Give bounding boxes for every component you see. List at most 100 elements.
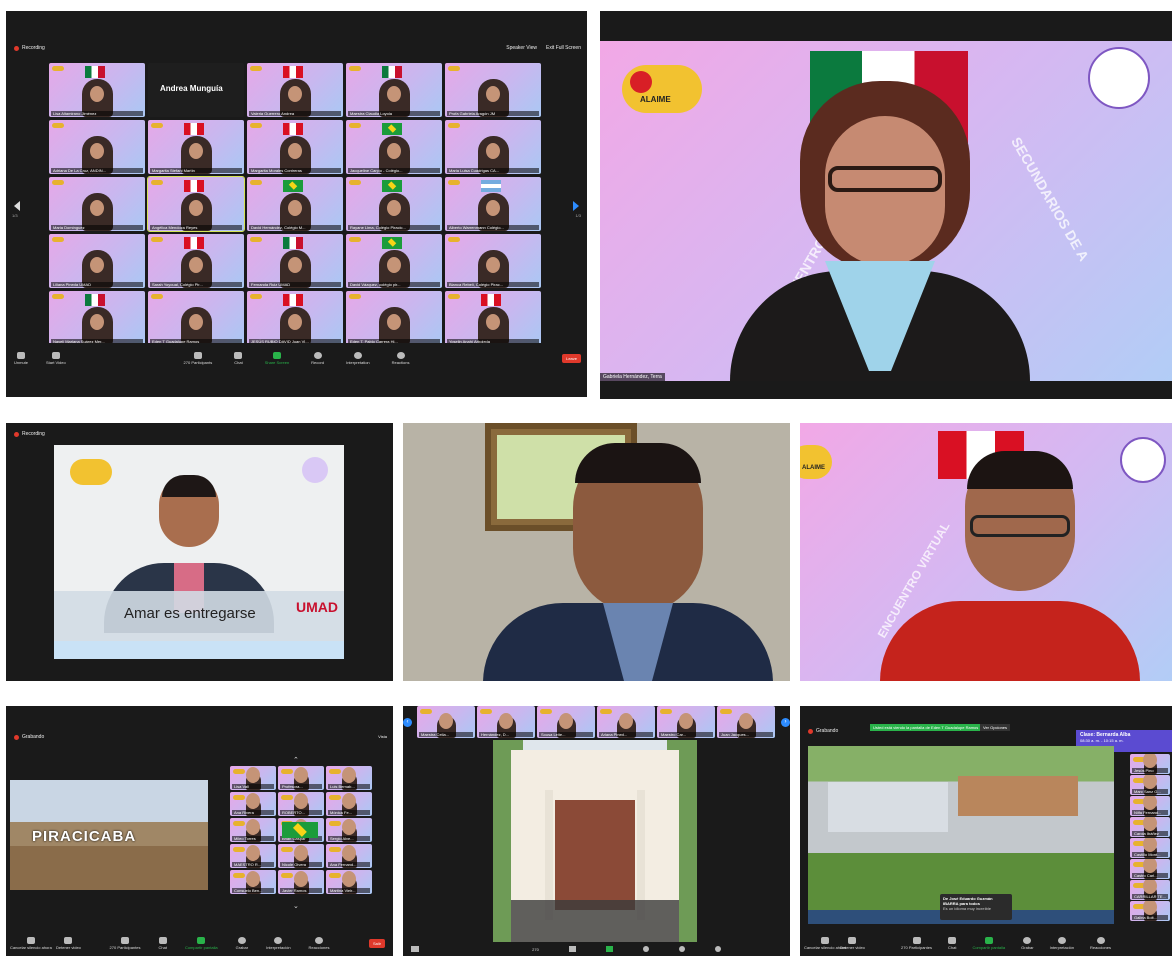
participant-tile[interactable]: Bianca Rebeli, Colégio Pirac...	[445, 234, 541, 288]
participant-tile[interactable]: David Vázquez, colégio pir...	[346, 234, 442, 288]
participant-tile[interactable]: Brian Gaspar	[278, 818, 324, 842]
participant-tile[interactable]: Maestra Claudia Loyola	[346, 63, 442, 117]
participant-tile[interactable]: Maria Domínguez	[49, 177, 145, 231]
participant-tile[interactable]: Ana Rivera	[230, 792, 276, 816]
record-button[interactable]: Grabar	[236, 936, 248, 950]
participant-tile[interactable]: Nilfa Fernand...	[1130, 796, 1170, 816]
participant-tile[interactable]: Castro Carl...	[1130, 859, 1170, 879]
prev-strip-icon[interactable]: ‹	[403, 718, 412, 727]
participant-tile[interactable]: Ana Fernand...	[326, 844, 372, 868]
participant-tile[interactable]: Javier Ramos	[278, 870, 324, 894]
participant-tile[interactable]: MAESTRO R...	[230, 844, 276, 868]
participant-tile[interactable]: Valeria Guerrero Andrea	[247, 63, 343, 117]
chat-button[interactable]: Chat	[158, 936, 167, 950]
participant-tile[interactable]: Maria Luisa Cuadrigas CA...	[445, 120, 541, 174]
participant-tile[interactable]: Juan Jacques...	[717, 706, 775, 738]
participant-tile[interactable]: Andrea Munguía	[148, 63, 244, 117]
participant-tile[interactable]: Margarita Morales Contreras	[247, 120, 343, 174]
participant-tile[interactable]: CARRILLAR TE...	[1130, 880, 1170, 900]
start-video-button[interactable]: Start Video	[46, 351, 66, 365]
chat-button[interactable]: Chat	[948, 936, 956, 950]
view-button[interactable]: Vista	[378, 734, 387, 739]
participant-tile[interactable]: Ariana Pined...	[597, 706, 655, 738]
participant-tile[interactable]: JESÚS RUBIO DAVID Juan VI...	[247, 291, 343, 345]
participant-tile[interactable]: Nayeli Mariana Suárez Mer...	[49, 291, 145, 345]
participant-tile[interactable]: Jacqueline Carpio - Colégio...	[346, 120, 442, 174]
participant-tile[interactable]: Carola Ibáñez	[1130, 817, 1170, 837]
reactions-button[interactable]: Reacciones	[1090, 936, 1111, 950]
prev-page-icon[interactable]	[14, 201, 20, 211]
interpretation-button[interactable]: Interpretation	[346, 351, 370, 365]
alaime-logo	[660, 709, 672, 714]
participant-tile[interactable]: Angélica Mendoza Reyes	[147, 176, 245, 232]
record-button[interactable]: Grabar	[1021, 936, 1034, 950]
record-button[interactable]: Record	[311, 351, 324, 365]
participant-tile[interactable]: Adriana De La Cruz, ANDIN...	[49, 120, 145, 174]
participant-tile[interactable]: Luis Bernab...	[326, 766, 372, 790]
emoji-icon[interactable]	[714, 946, 721, 952]
participants-button[interactable]: 270 Participants	[184, 351, 212, 365]
participant-tile[interactable]: Sarah Yoyoual, Colégio Pir...	[148, 234, 244, 288]
participant-tile[interactable]: Maestra Celia...	[417, 706, 475, 738]
participant-tile[interactable]: Eden T. Pablo Carrera Hi...	[346, 291, 442, 345]
participant-tile[interactable]: Fernanda Ruiz UMAD	[247, 234, 343, 288]
participant-tile[interactable]: ROBERTO...	[278, 792, 324, 816]
participant-tile[interactable]: Margarita Stefani Martín	[148, 120, 244, 174]
participant-tile[interactable]: Lisa Vall	[230, 766, 276, 790]
next-strip-icon[interactable]: ›	[781, 718, 790, 727]
participant-tile[interactable]: Nicole Olvera	[278, 844, 324, 868]
participant-tile[interactable]: Sergio Alve...	[326, 818, 372, 842]
participant-tile[interactable]: Liliana Pineda UMAD	[49, 234, 145, 288]
participant-tile[interactable]: Castillo Mont...	[1130, 838, 1170, 858]
share-screen-icon[interactable]	[605, 946, 613, 952]
participant-tile[interactable]: Yoselin Anahí Arboleda	[445, 291, 541, 345]
scroll-down-icon[interactable]: ⌄	[293, 902, 299, 910]
leave-button[interactable]: Leave	[562, 353, 581, 363]
camera-icon[interactable]	[411, 946, 419, 952]
participants-count[interactable]: 270	[532, 947, 539, 952]
participant-tile[interactable]: Profa Gabriela Aragón JM	[445, 63, 541, 117]
leave-button[interactable]: Salir	[368, 938, 385, 948]
chat-button[interactable]: Chat	[234, 351, 243, 365]
participant-tile[interactable]: Eden T Guadalupe Ramos	[148, 291, 244, 345]
participant-tile[interactable]: David Hernández, Colégio M...	[247, 177, 343, 231]
next-page-icon[interactable]	[573, 201, 579, 211]
view-options-button[interactable]: Ver Opciones	[980, 724, 1011, 731]
stop-video-button[interactable]: Detener video	[840, 936, 865, 950]
globe-icon[interactable]	[678, 946, 685, 952]
participant-tile[interactable]: Galina Bolt...	[1130, 901, 1170, 921]
speaker-view-button[interactable]: Speaker View	[506, 45, 537, 51]
alaime-logo	[233, 821, 245, 826]
participant-tile[interactable]: Lisa Altamirano Jiménez	[49, 63, 145, 117]
reactions-button[interactable]: Reactions	[392, 351, 409, 365]
stop-video-button[interactable]: Detener video	[56, 936, 81, 950]
scroll-up-icon[interactable]: ⌃	[293, 756, 299, 764]
participant-tile[interactable]: Mónica Fe...	[326, 792, 372, 816]
participant-tile[interactable]: Alberto Warrenmann Colégio...	[445, 177, 541, 231]
participant-tile[interactable]: Profesora...	[278, 766, 324, 790]
participant-tile[interactable]: Hernández, D...	[477, 706, 535, 738]
chat-icon[interactable]	[568, 946, 576, 952]
reactions-button[interactable]: Reacciones	[309, 936, 329, 950]
record-icon[interactable]	[642, 946, 649, 952]
participant-tile[interactable]: Maestro Car...	[657, 706, 715, 738]
interpretation-button[interactable]: Interpretación	[1050, 936, 1074, 950]
share-screen-button[interactable]: Share Screen	[265, 351, 289, 365]
unmute-button[interactable]: Unmute	[14, 351, 28, 365]
participant-tile[interactable]: Mileo Torres	[230, 818, 276, 842]
share-screen-button[interactable]: Compartir pantalla	[972, 936, 1005, 950]
participant-tile[interactable]: Martina Vieir...	[326, 870, 372, 894]
share-screen-icon	[197, 936, 206, 944]
participants-button[interactable]: 270 Participantes	[901, 936, 932, 950]
interpretation-button[interactable]: Interpretación	[266, 936, 291, 950]
chat-popup[interactable]: De José Eduardo Guzmán IBARRA para todos…	[940, 894, 1012, 920]
unmute-button[interactable]: Cancelar silencio ahora	[10, 936, 52, 950]
exit-fullscreen-button[interactable]: Exit Full Screen	[546, 45, 581, 51]
participant-tile[interactable]: Consuelo Ben...	[230, 870, 276, 894]
participant-tile[interactable]: Jesús Pino	[1130, 754, 1170, 774]
share-screen-button[interactable]: Compartir pantalla	[185, 936, 218, 950]
participants-button[interactable]: 270 Participantes	[110, 936, 140, 950]
participant-tile[interactable]: Marc Sanz G...	[1130, 775, 1170, 795]
participant-tile[interactable]: Sousa Leite...	[537, 706, 595, 738]
participant-tile[interactable]: Rayane Lima, Colégio Piracic...	[346, 177, 442, 231]
